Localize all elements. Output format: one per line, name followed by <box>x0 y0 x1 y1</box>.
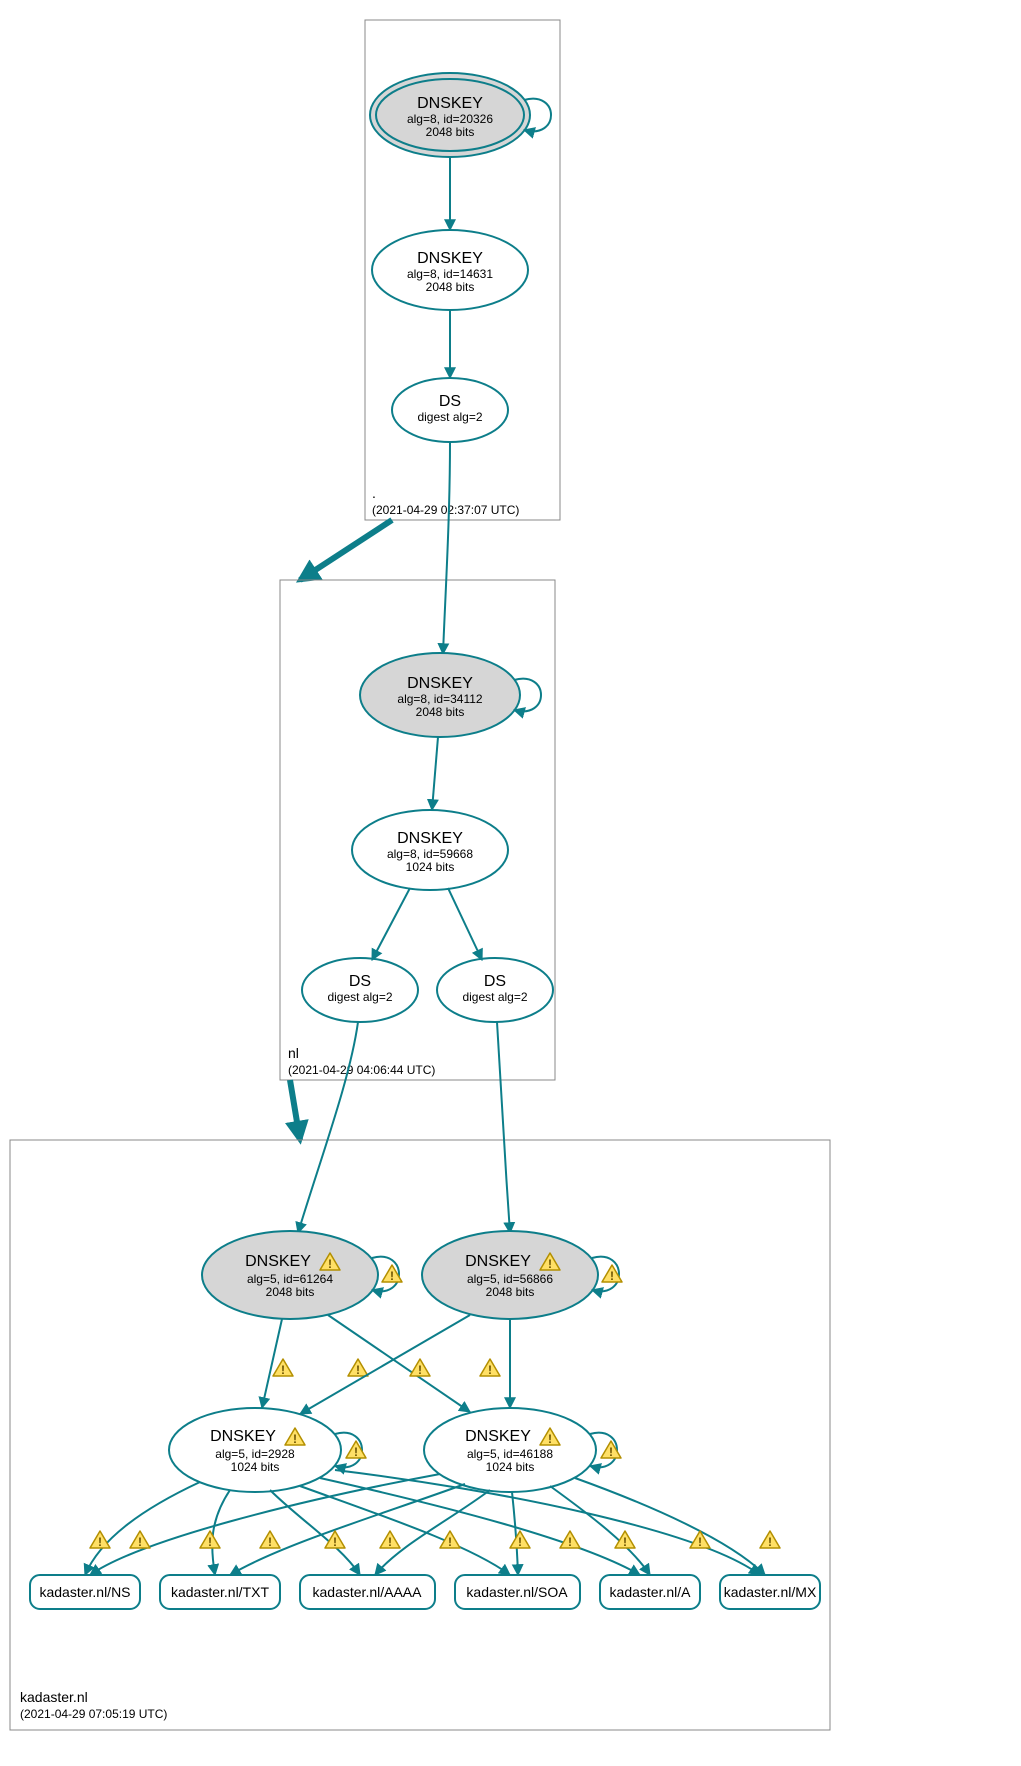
edge-zsk1-ns <box>85 1482 200 1575</box>
svg-text:alg=8, id=14631: alg=8, id=14631 <box>407 267 493 281</box>
edge-zsk1-txt <box>212 1490 230 1575</box>
dnssec-graph: ! . (2021-04-29 02:37:07 UTC) DNSKEY alg… <box>0 0 1021 1766</box>
svg-text:alg=5, id=56866: alg=5, id=56866 <box>467 1272 553 1286</box>
svg-text:DNSKEY: DNSKEY <box>245 1253 311 1270</box>
edge-zsk2-aaaa <box>375 1490 490 1575</box>
zone-kad-timestamp: (2021-04-29 07:05:19 UTC) <box>20 1707 167 1721</box>
svg-text:DNSKEY: DNSKEY <box>397 830 463 847</box>
svg-text:DNSKEY: DNSKEY <box>417 95 483 112</box>
node-nl-zsk: DNSKEY alg=8, id=59668 1024 bits <box>352 810 508 890</box>
svg-text:kadaster.nl/A: kadaster.nl/A <box>610 1584 692 1600</box>
edge-ksk1-to-zsk2 <box>328 1315 470 1412</box>
svg-text:digest alg=2: digest alg=2 <box>417 410 482 424</box>
rrset-ns: kadaster.nl/NS <box>30 1575 140 1609</box>
svg-text:DNSKEY: DNSKEY <box>417 250 483 267</box>
rrset-aaaa: kadaster.nl/AAAA <box>300 1575 435 1609</box>
warning-icon <box>130 1531 150 1549</box>
svg-text:DNSKEY: DNSKEY <box>465 1253 531 1270</box>
edge-ksk1-to-zsk1 <box>262 1319 282 1408</box>
svg-text:2048 bits: 2048 bits <box>266 1285 315 1299</box>
svg-text:2048 bits: 2048 bits <box>416 705 465 719</box>
svg-text:kadaster.nl/SOA: kadaster.nl/SOA <box>466 1584 568 1600</box>
svg-text:kadaster.nl/MX: kadaster.nl/MX <box>724 1584 817 1600</box>
warning-icon <box>510 1531 530 1549</box>
rrset-soa: kadaster.nl/SOA <box>455 1575 580 1609</box>
svg-text:DS: DS <box>484 973 506 990</box>
edge-nl-zsk-to-ds1 <box>372 888 410 960</box>
edge-root-to-nl-zone <box>300 520 392 580</box>
zone-nl-timestamp: (2021-04-29 04:06:44 UTC) <box>288 1063 435 1077</box>
svg-text:1024 bits: 1024 bits <box>406 860 455 874</box>
rrset-txt: kadaster.nl/TXT <box>160 1575 280 1609</box>
svg-text:digest alg=2: digest alg=2 <box>327 990 392 1004</box>
node-kad-zsk1: DNSKEY alg=5, id=2928 1024 bits <box>169 1408 341 1492</box>
svg-text:DNSKEY: DNSKEY <box>465 1428 531 1445</box>
warning-icon <box>273 1359 293 1377</box>
warning-icon <box>760 1531 780 1549</box>
edge-nl-ksk-to-zsk <box>432 737 438 810</box>
warning-icon <box>410 1359 430 1377</box>
svg-text:2048 bits: 2048 bits <box>426 280 475 294</box>
svg-text:alg=8, id=59668: alg=8, id=59668 <box>387 847 473 861</box>
warning-icon <box>480 1359 500 1377</box>
edge-zsk2-a <box>550 1486 650 1575</box>
node-kad-ksk2: DNSKEY alg=5, id=56866 2048 bits <box>422 1231 598 1319</box>
svg-text:alg=5, id=61264: alg=5, id=61264 <box>247 1272 333 1286</box>
node-root-zsk: DNSKEY alg=8, id=14631 2048 bits <box>372 230 528 310</box>
node-kad-zsk2: DNSKEY alg=5, id=46188 1024 bits <box>424 1408 596 1492</box>
svg-text:alg=5, id=46188: alg=5, id=46188 <box>467 1447 553 1461</box>
warning-icon <box>260 1531 280 1549</box>
node-root-ds: DS digest alg=2 <box>392 378 508 442</box>
svg-text:kadaster.nl/AAAA: kadaster.nl/AAAA <box>313 1584 423 1600</box>
edge-nl-ds2-to-kad-ksk2 <box>497 1022 510 1233</box>
zone-root-timestamp: (2021-04-29 02:37:07 UTC) <box>372 503 519 517</box>
svg-text:2048 bits: 2048 bits <box>486 1285 535 1299</box>
warning-icon <box>90 1531 110 1549</box>
svg-text:DS: DS <box>439 393 461 410</box>
edge-nl-ds1-to-kad-ksk1 <box>298 1022 358 1233</box>
edge-zsk1-a <box>320 1478 640 1575</box>
svg-text:alg=8, id=34112: alg=8, id=34112 <box>397 692 483 706</box>
zone-kad-name: kadaster.nl <box>20 1689 88 1705</box>
rrset-mx: kadaster.nl/MX <box>720 1575 820 1609</box>
warning-icon <box>380 1531 400 1549</box>
svg-text:DNSKEY: DNSKEY <box>210 1428 276 1445</box>
svg-text:digest alg=2: digest alg=2 <box>462 990 527 1004</box>
edge-ksk2-to-zsk1 <box>300 1315 470 1414</box>
svg-text:kadaster.nl/TXT: kadaster.nl/TXT <box>171 1584 269 1600</box>
node-kad-ksk1: DNSKEY alg=5, id=61264 2048 bits <box>202 1231 378 1319</box>
svg-text:DS: DS <box>349 973 371 990</box>
svg-text:2048 bits: 2048 bits <box>426 125 475 139</box>
svg-text:1024 bits: 1024 bits <box>486 1460 535 1474</box>
warning-icon <box>560 1531 580 1549</box>
edge-root-ds-to-nl-ksk <box>443 442 450 654</box>
svg-text:DNSKEY: DNSKEY <box>407 675 473 692</box>
zone-nl-name: nl <box>288 1045 299 1061</box>
node-nl-ds2: DS digest alg=2 <box>437 958 553 1022</box>
rrset-a: kadaster.nl/A <box>600 1575 700 1609</box>
edge-nl-zsk-to-ds2 <box>448 888 482 960</box>
svg-text:alg=5, id=2928: alg=5, id=2928 <box>215 1447 295 1461</box>
svg-text:alg=8, id=20326: alg=8, id=20326 <box>407 112 493 126</box>
node-nl-ds1: DS digest alg=2 <box>302 958 418 1022</box>
warning-icon <box>200 1531 220 1549</box>
edge-nl-to-kad-zone <box>290 1080 300 1140</box>
warning-icon <box>348 1359 368 1377</box>
svg-text:1024 bits: 1024 bits <box>231 1460 280 1474</box>
zone-kad-box <box>10 1140 830 1730</box>
node-nl-ksk: DNSKEY alg=8, id=34112 2048 bits <box>360 653 520 737</box>
svg-text:kadaster.nl/NS: kadaster.nl/NS <box>39 1584 130 1600</box>
edge-zsk2-soa <box>512 1492 518 1575</box>
zone-root-name: . <box>372 485 376 501</box>
node-root-ksk: DNSKEY alg=8, id=20326 2048 bits <box>370 73 530 157</box>
